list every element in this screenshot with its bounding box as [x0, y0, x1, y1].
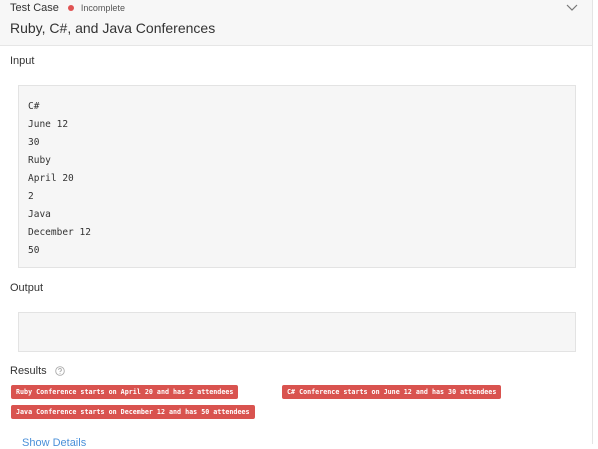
input-line: Java [28, 209, 51, 220]
test-case-card: Test Case Incomplete Ruby, C#, and Java … [0, 0, 593, 449]
test-case-label: Test Case [10, 2, 59, 14]
input-line: December 12 [28, 227, 91, 238]
status-dot-icon [67, 5, 74, 11]
status-text: Incomplete [80, 3, 125, 13]
results-header: Results [10, 365, 65, 377]
test-case-header[interactable]: Test Case Incomplete Ruby, C#, and Java … [0, 0, 592, 46]
input-line: Ruby [28, 155, 51, 166]
test-case-title: Ruby, C#, and Java Conferences [10, 20, 216, 36]
input-line: C# [28, 101, 40, 112]
input-box: C# June 12 30 Ruby April 20 2 Java Decem… [18, 85, 576, 268]
input-line: June 12 [28, 119, 69, 130]
input-line: 50 [28, 245, 40, 256]
output-label: Output [10, 282, 44, 294]
results-label: Results [10, 365, 47, 377]
input-label: Input [10, 55, 35, 67]
result-badge: C# Conference starts on June 12 and has … [282, 385, 502, 399]
input-line: 2 [28, 191, 34, 202]
output-box [18, 312, 576, 352]
result-badge: Ruby Conference starts on April 20 and h… [11, 385, 239, 399]
show-details-link[interactable]: Show Details [22, 437, 86, 449]
input-line: April 20 [28, 173, 74, 184]
chevron-down-icon[interactable] [565, 2, 579, 12]
input-line: 30 [28, 137, 40, 148]
result-badge: Java Conference starts on December 12 an… [11, 405, 255, 419]
test-case-status-row: Test Case Incomplete [10, 1, 125, 15]
question-circle-icon[interactable] [54, 366, 65, 376]
